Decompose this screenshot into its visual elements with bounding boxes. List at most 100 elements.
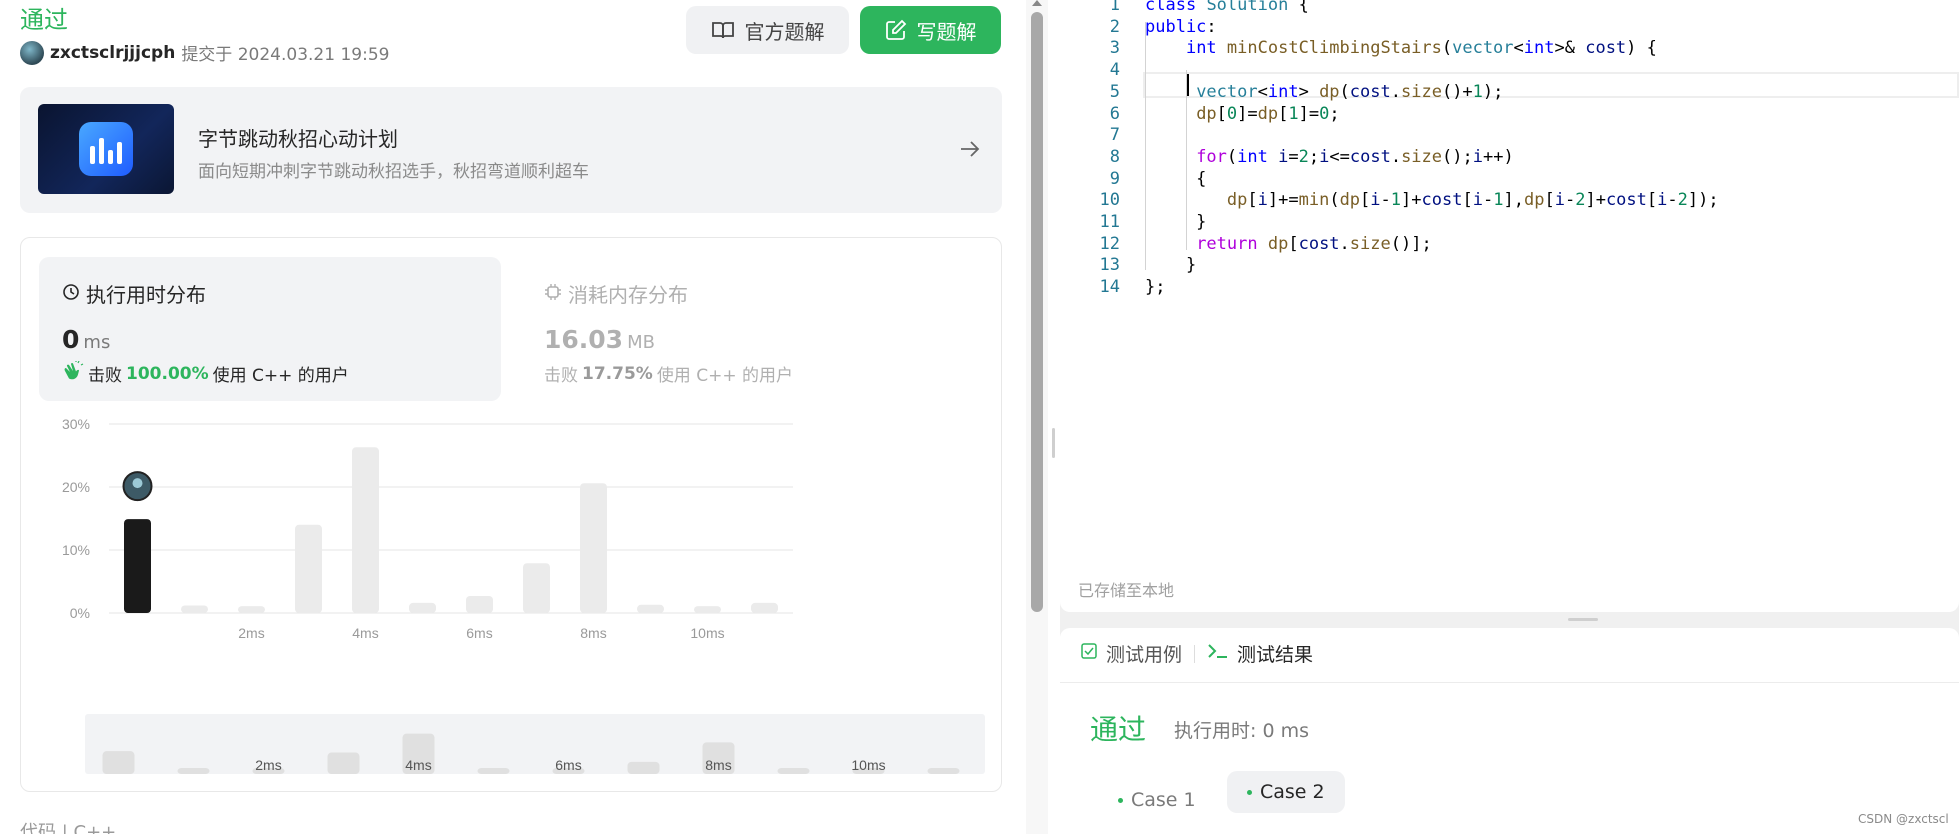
tab-test-cases[interactable]: 测试用例: [1080, 640, 1182, 667]
runtime-value: 0: [62, 325, 80, 354]
stats-card: 执行用时分布 0 ms 击败 100.00% 使用 C++ 的用户 消耗内存分布 …: [20, 237, 1002, 792]
runtime-beat-prefix: 击败: [88, 366, 122, 386]
banner-image: [38, 104, 174, 194]
pass-dot: [1118, 797, 1123, 803]
runtime-value-row: 0 ms: [62, 325, 110, 354]
official-solution-button[interactable]: 官方题解: [686, 6, 849, 54]
memory-value: 16.03: [544, 325, 624, 354]
x-tick-label: 4ms: [352, 625, 378, 641]
navigator-bar: [177, 768, 210, 774]
navigator-tick-label: 6ms: [555, 757, 581, 773]
tab-border: [1060, 682, 1959, 683]
tab-divider: [1194, 644, 1196, 663]
navigator-bar: [927, 768, 960, 774]
bar: [409, 602, 436, 613]
scroll-up-icon[interactable]: [1032, 0, 1042, 6]
memory-beat-pct: 17.75%: [582, 363, 653, 384]
user-name[interactable]: zxctsclrjjjcph: [50, 43, 175, 63]
memory-beat-suffix: 使用 C++ 的用户: [656, 366, 793, 386]
arrow-right-icon[interactable]: [958, 137, 982, 165]
editor-resize-handle[interactable]: [1568, 618, 1598, 621]
clock-icon: [62, 282, 80, 306]
case-1-label: Case 1: [1131, 789, 1196, 811]
case-1-tab[interactable]: Case 1: [1104, 780, 1210, 820]
checkbox-icon: [1080, 642, 1098, 665]
case-2-label: Case 2: [1260, 781, 1325, 803]
chart-range-navigator[interactable]: 2ms 4ms 6ms 8ms 10ms: [85, 714, 985, 794]
memory-beat: 击败 17.75% 使用 C++ 的用户: [544, 361, 793, 387]
y-tick-label: 30%: [62, 416, 90, 432]
navigator-bar: [327, 752, 360, 774]
terminal-icon: [1207, 642, 1229, 665]
code-text: };: [1145, 277, 1166, 298]
y-tick-label: 20%: [62, 479, 90, 495]
avatar[interactable]: [20, 40, 44, 65]
code-line[interactable]: 14};: [1060, 274, 1959, 301]
edit-icon: [885, 19, 907, 41]
indent-guide: [1145, 22, 1146, 270]
bar: [352, 447, 379, 613]
official-solution-label: 官方题解: [744, 19, 825, 44]
tab-test-cases-label: 测试用例: [1106, 644, 1183, 666]
navigator-background: [85, 714, 985, 774]
memory-stat-tab[interactable]: 消耗内存分布 16.03 MB 击败 17.75% 使用 C++ 的用户: [521, 257, 983, 401]
promo-banner[interactable]: 字节跳动秋招心动计划 面向短期冲刺字节跳动秋招选手，秋招弯道顺利超车: [20, 87, 1002, 213]
code-section-label: 代码 | C++: [20, 822, 117, 834]
runtime-distribution-chart[interactable]: 30% 20% 10% 0% 2ms 4ms 6ms 8ms 10ms: [21, 408, 1001, 698]
runtime-unit: ms: [83, 332, 111, 353]
submitter-info: zxctsclrjjjcph 提交于 2024.03.21 19:59: [20, 40, 389, 65]
chip-icon: [544, 282, 562, 306]
runtime-stat-tab[interactable]: 执行用时分布 0 ms 击败 100.00% 使用 C++ 的用户: [39, 257, 501, 401]
left-scrollbar-thumb[interactable]: [1031, 12, 1043, 612]
navigator-tick-label: 4ms: [405, 757, 431, 773]
navigator-bar: [102, 751, 135, 774]
bar: [751, 602, 778, 613]
result-tabs: 测试用例 测试结果: [1080, 640, 1313, 667]
bar: [694, 606, 721, 613]
banner-title: 字节跳动秋招心动计划: [198, 127, 398, 151]
bar: [637, 604, 664, 613]
runtime-title: 执行用时分布: [86, 283, 206, 307]
indent-guide: [1186, 70, 1187, 250]
navigator-bar: [777, 768, 810, 774]
memory-value-row: 16.03 MB: [544, 325, 655, 354]
x-tick-label: 10ms: [690, 625, 724, 641]
bar: [466, 595, 493, 613]
bar: [295, 524, 322, 613]
bar: [238, 606, 265, 613]
navigator-bar: [477, 768, 510, 774]
saved-status: 已存储至本地: [1078, 581, 1175, 600]
bar-highlight: [124, 519, 151, 613]
bar: [181, 605, 208, 613]
x-tick-label: 6ms: [466, 625, 492, 641]
panel-resize-handle[interactable]: [1052, 428, 1055, 458]
code-editor[interactable]: 1 class Solution {2 public: 3 int minCostCl…: [1060, 0, 1959, 612]
y-tick-label: 0%: [70, 605, 90, 621]
memory-title-row: 消耗内存分布: [544, 279, 688, 308]
memory-title: 消耗内存分布: [568, 283, 688, 307]
user-marker-face: [132, 478, 143, 489]
result-runtime: 执行用时: 0 ms: [1174, 720, 1309, 742]
bar: [523, 563, 550, 613]
runtime-title-row: 执行用时分布: [62, 279, 206, 308]
write-solution-button[interactable]: 写题解: [860, 6, 1001, 54]
clapping-hands-icon: [62, 360, 84, 386]
bytedance-logo-icon: [79, 122, 133, 176]
banner-subtitle: 面向短期冲刺字节跳动秋招选手，秋招弯道顺利超车: [198, 162, 589, 182]
submission-panel: 通过 zxctsclrjjjcph 提交于 2024.03.21 19:59 官…: [0, 0, 1016, 834]
tab-test-results[interactable]: 测试结果: [1207, 640, 1313, 667]
write-solution-label: 写题解: [916, 19, 977, 44]
runtime-beat-suffix: 使用 C++ 的用户: [212, 366, 349, 386]
pass-dot: [1247, 789, 1252, 795]
y-tick-label: 10%: [62, 542, 90, 558]
text-caret: [1187, 74, 1189, 96]
memory-unit: MB: [627, 332, 655, 353]
book-icon: [711, 20, 735, 40]
case-2-tab[interactable]: Case 2: [1227, 771, 1345, 813]
watermark: CSDN @zxctscl: [1858, 812, 1949, 826]
result-status: 通过: [1090, 713, 1147, 746]
submission-status: 通过: [20, 6, 68, 34]
result-panel: 测试用例 测试结果 通过 执行用时: 0 ms Case 1 Case 2: [1060, 628, 1959, 834]
navigator-bar: [627, 761, 660, 774]
x-tick-label: 8ms: [580, 625, 606, 641]
